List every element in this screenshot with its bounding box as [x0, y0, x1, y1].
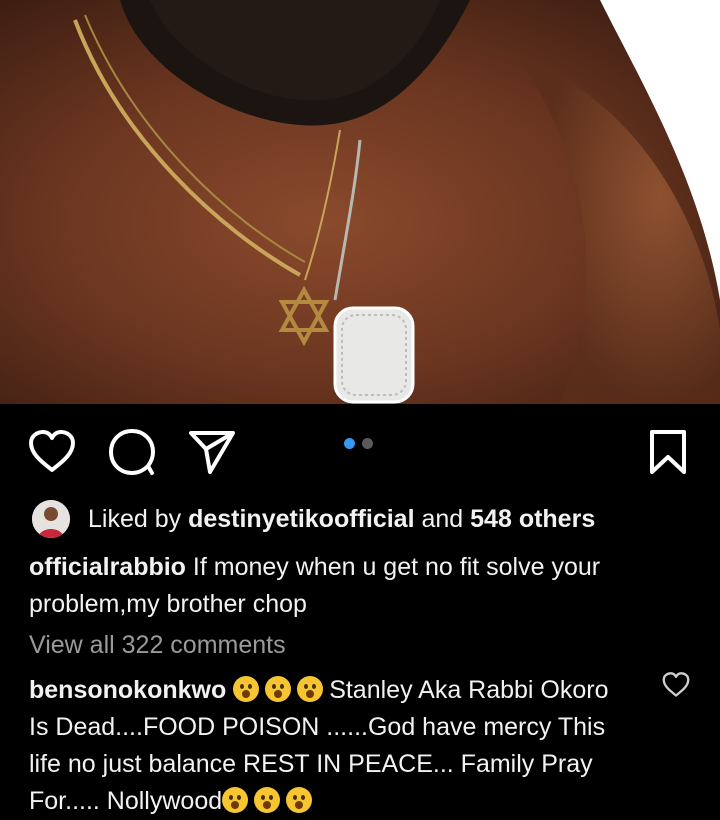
likes-row[interactable]: Liked by destinyetikoofficial and 548 ot…: [32, 500, 595, 538]
likes-text: Liked by destinyetikoofficial and 548 ot…: [88, 505, 595, 534]
likes-others[interactable]: 548 others: [470, 505, 595, 533]
view-all-comments-link[interactable]: View all 322 comments: [29, 631, 286, 660]
share-button[interactable]: [186, 426, 238, 478]
caption-username[interactable]: officialrabbio: [29, 553, 186, 581]
crying-face-icon: [254, 787, 281, 813]
comment-icon: [109, 429, 155, 475]
crying-face-icon: [286, 787, 313, 813]
comment-username[interactable]: bensonokonkwo: [29, 676, 226, 704]
post-image-graphic: [0, 0, 720, 404]
send-icon: [189, 431, 235, 474]
carousel-indicator: [344, 438, 373, 449]
likes-prefix: Liked by: [88, 504, 182, 533]
avatar-image: [32, 500, 70, 538]
heart-icon: [29, 430, 75, 472]
post-caption: officialrabbio If money when u get no fi…: [29, 549, 669, 623]
astonished-face-icon: [233, 676, 260, 702]
liker-username[interactable]: destinyetikoofficial: [188, 505, 414, 533]
carousel-dot: [362, 438, 373, 449]
save-button[interactable]: [642, 426, 694, 478]
liker-avatar[interactable]: [32, 500, 70, 538]
astonished-face-icon: [297, 676, 324, 702]
crying-face-icon: [222, 787, 249, 813]
comment-button[interactable]: [106, 426, 158, 478]
post-action-bar: [0, 404, 720, 494]
comment-item: bensonokonkwo Stanley Aka Rabbi Okoro Is…: [29, 672, 629, 820]
bookmark-icon: [650, 430, 686, 474]
heart-icon: [662, 672, 690, 697]
post-image[interactable]: [0, 0, 720, 404]
carousel-dot-active: [344, 438, 355, 449]
likes-joiner: and: [421, 504, 464, 533]
comment-like-button[interactable]: [662, 672, 690, 700]
like-button[interactable]: [26, 426, 78, 478]
astonished-face-icon: [265, 676, 292, 702]
